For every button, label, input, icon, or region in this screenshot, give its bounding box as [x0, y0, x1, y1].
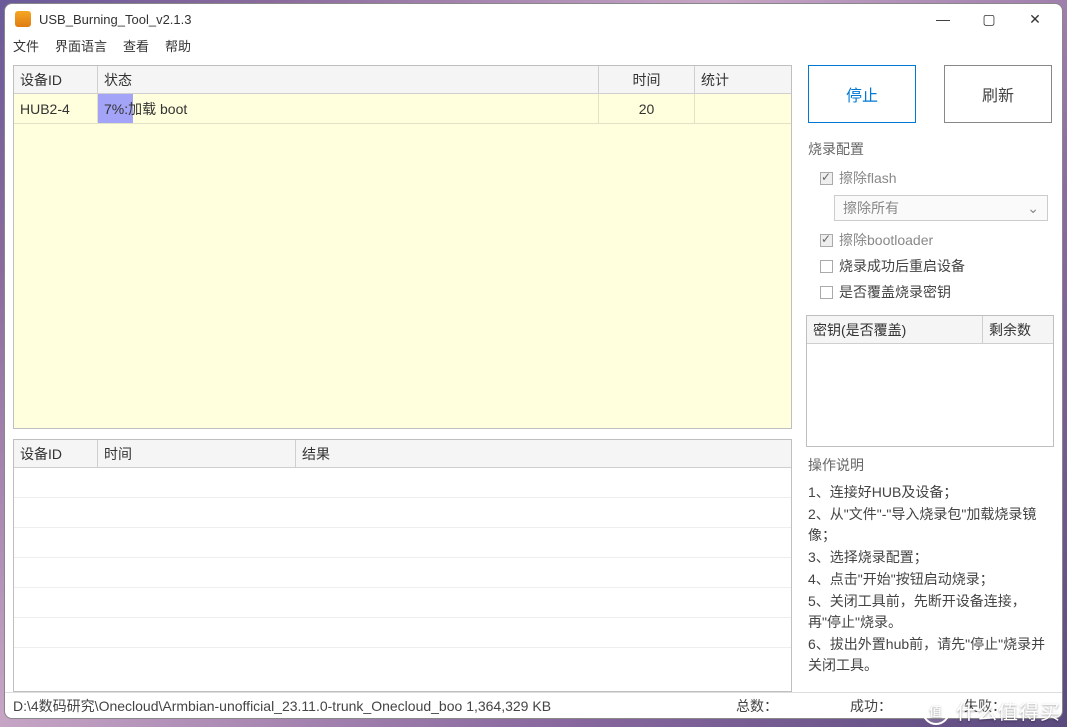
col-remain[interactable]: 剩余数	[983, 316, 1053, 343]
opt-label: 烧录成功后重启设备	[839, 256, 965, 276]
close-button[interactable]: ✕	[1012, 4, 1058, 34]
right-column: 停止 刷新 烧录配置 擦除flash 擦除所有 ⌄ 擦除bootloader	[806, 65, 1054, 692]
checkbox-icon	[820, 172, 833, 185]
titlebar: USB_Burning_Tool_v2.1.3 — ▢ ✕	[5, 4, 1062, 34]
menu-language[interactable]: 界面语言	[55, 36, 107, 55]
stop-button[interactable]: 停止	[808, 65, 916, 123]
erase-mode-select[interactable]: 擦除所有 ⌄	[834, 195, 1048, 221]
table-row	[14, 528, 791, 558]
table-row	[14, 498, 791, 528]
device-grid: 设备ID 状态 时间 统计 HUB2-4 7%:加载 boot	[13, 65, 792, 429]
instruction-line: 2、从"文件"-"导入烧录包"加载烧录镜像；	[808, 504, 1052, 546]
instruction-line: 1、连接好HUB及设备；	[808, 482, 1052, 503]
watermark: 值 什么值得买	[922, 696, 1061, 725]
cell-time: 20	[599, 94, 695, 123]
col-result-time[interactable]: 时间	[98, 440, 296, 467]
left-column: 设备ID 状态 时间 统计 HUB2-4 7%:加载 boot	[13, 65, 792, 692]
instruction-line: 6、拔出外置hub前，请先"停止"烧录并关闭工具。	[808, 634, 1052, 676]
window-title: USB_Burning_Tool_v2.1.3	[39, 12, 920, 27]
col-result[interactable]: 结果	[296, 440, 791, 467]
menubar: 文件 界面语言 查看 帮助	[5, 34, 1062, 61]
table-row	[14, 588, 791, 618]
maximize-button[interactable]: ▢	[966, 4, 1012, 34]
device-grid-body: HUB2-4 7%:加载 boot 20	[14, 94, 791, 428]
col-status[interactable]: 状态	[98, 66, 599, 93]
col-time[interactable]: 时间	[599, 66, 695, 93]
cell-device-id: HUB2-4	[14, 94, 98, 123]
instructions: 操作说明 1、连接好HUB及设备； 2、从"文件"-"导入烧录包"加载烧录镜像；…	[806, 455, 1054, 692]
menu-help[interactable]: 帮助	[165, 36, 191, 55]
instruction-line: 4、点击"开始"按钮启动烧录；	[808, 569, 1052, 590]
opt-erase-flash[interactable]: 擦除flash	[808, 165, 1052, 191]
window-controls: — ▢ ✕	[920, 4, 1058, 34]
table-row	[14, 558, 791, 588]
refresh-button[interactable]: 刷新	[944, 65, 1052, 123]
button-row: 停止 刷新	[806, 65, 1054, 135]
minimize-button[interactable]: —	[920, 4, 966, 34]
result-grid: 设备ID 时间 结果	[13, 439, 792, 692]
chevron-down-icon: ⌄	[1027, 200, 1039, 217]
key-grid: 密钥(是否覆盖) 剩余数	[806, 315, 1054, 447]
checkbox-icon	[820, 234, 833, 247]
progress-text: 加载 boot	[128, 101, 187, 117]
statusbar: D:\4数码研究\Onecloud\Armbian-unofficial_23.…	[5, 692, 1062, 718]
checkbox-icon	[820, 286, 833, 299]
opt-label: 擦除flash	[839, 168, 897, 188]
opt-overwrite-key[interactable]: 是否覆盖烧录密钥	[808, 279, 1052, 305]
config-title: 烧录配置	[808, 139, 1052, 159]
menu-file[interactable]: 文件	[13, 36, 39, 55]
progress-percent: 7%	[104, 101, 124, 117]
key-grid-header: 密钥(是否覆盖) 剩余数	[807, 316, 1053, 344]
status-total: 总数：	[736, 696, 846, 716]
col-device-id[interactable]: 设备ID	[14, 66, 98, 93]
table-row	[14, 468, 791, 498]
app-window: USB_Burning_Tool_v2.1.3 — ▢ ✕ 文件 界面语言 查看…	[4, 3, 1063, 719]
status-path: D:\4数码研究\Onecloud\Armbian-unofficial_23.…	[13, 698, 462, 714]
cell-stat	[695, 94, 791, 123]
opt-erase-bootloader[interactable]: 擦除bootloader	[808, 227, 1052, 253]
table-row[interactable]: HUB2-4 7%:加载 boot 20	[14, 94, 791, 124]
table-row	[14, 618, 791, 648]
col-result-id[interactable]: 设备ID	[14, 440, 98, 467]
brand-logo-icon: 值	[922, 697, 950, 725]
client-area: 设备ID 状态 时间 统计 HUB2-4 7%:加载 boot	[5, 61, 1062, 692]
instructions-title: 操作说明	[808, 455, 1052, 476]
opt-label: 擦除bootloader	[839, 230, 933, 250]
brand-text: 什么值得买	[956, 696, 1061, 725]
opt-label: 是否覆盖烧录密钥	[839, 282, 951, 302]
opt-reboot-after[interactable]: 烧录成功后重启设备	[808, 253, 1052, 279]
cell-status: 7%:加载 boot	[98, 94, 599, 123]
checkbox-icon	[820, 260, 833, 273]
result-grid-body	[14, 468, 791, 691]
select-value: 擦除所有	[843, 198, 899, 218]
instruction-line: 5、关闭工具前，先断开设备连接，再"停止"烧录。	[808, 591, 1052, 633]
menu-view[interactable]: 查看	[123, 36, 149, 55]
result-grid-header: 设备ID 时间 结果	[14, 440, 791, 468]
app-icon	[15, 11, 31, 27]
burn-config: 烧录配置 擦除flash 擦除所有 ⌄ 擦除bootloader 烧录成功后重启…	[806, 135, 1054, 315]
instruction-line: 3、选择烧录配置；	[808, 547, 1052, 568]
status-size: 1,364,329 KB	[466, 698, 551, 714]
col-stat[interactable]: 统计	[695, 66, 791, 93]
device-grid-header: 设备ID 状态 时间 统计	[14, 66, 791, 94]
col-key[interactable]: 密钥(是否覆盖)	[807, 316, 983, 343]
